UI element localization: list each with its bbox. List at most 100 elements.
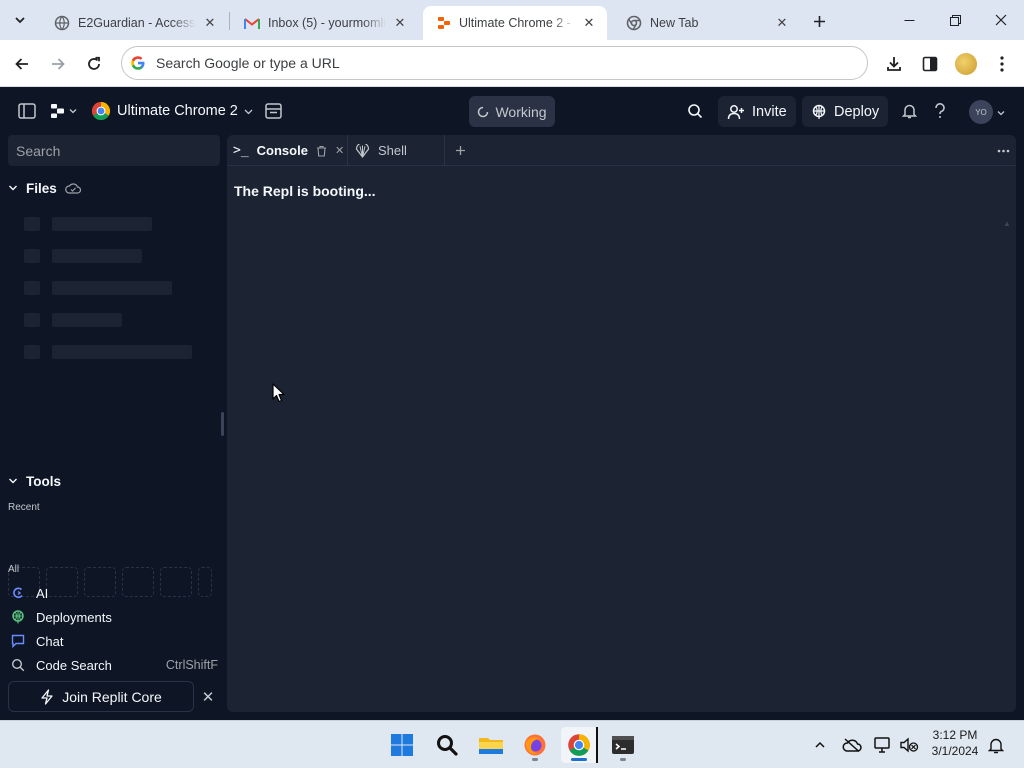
shield-favicon-icon [54,15,70,31]
help-button[interactable] [934,100,946,122]
browser-tab-active[interactable]: Ultimate Chrome 2 - R ✕ [423,6,607,40]
tab-search-button[interactable] [8,8,32,32]
deploy-label: Deploy [834,103,880,120]
network-tray-button[interactable] [873,735,893,755]
taskbar-search-button[interactable] [429,727,465,763]
network-icon [874,737,890,753]
pane-tab-bar: >_ Console ✕ Shell [227,135,1016,166]
tab-close-icon[interactable]: ✕ [581,15,597,31]
clock-date: 3/1/2024 [931,744,979,758]
notifications-button[interactable] [902,100,917,122]
chrome-taskbar-button[interactable] [561,727,597,763]
close-icon [995,14,1007,26]
tools-section-header[interactable]: Tools [8,470,61,492]
close-window-button[interactable] [978,0,1024,40]
code-search-icon [8,655,28,675]
replit-menu-button[interactable] [50,100,77,122]
tool-item-deployments[interactable]: Deployments [8,606,218,628]
plus-icon [456,146,465,155]
file-skeleton-row [24,313,122,327]
lightning-icon [41,688,53,705]
cloud-offline-icon [842,738,862,752]
chrome-menu-button[interactable] [988,50,1016,78]
app-running-indicator [620,758,626,761]
recent-label: Recent [8,502,40,513]
run-status-button[interactable]: Working [469,96,555,127]
browser-tab[interactable]: Inbox (5) - yourmomlik ✕ [230,6,418,40]
file-explorer-button[interactable] [473,727,509,763]
user-initials: YO [975,107,987,117]
tab-separator [347,135,348,166]
reload-button[interactable] [80,50,108,78]
scroll-up-icon[interactable]: ▲ [1003,219,1011,228]
minimize-icon [904,19,914,21]
add-tab-button[interactable] [449,135,473,166]
browser-tab[interactable]: New Tab ✕ [612,6,800,40]
user-avatar[interactable]: YO [969,100,993,124]
join-replit-core-button[interactable]: Join Replit Core [8,681,194,712]
tool-item-ai[interactable]: AI [8,582,218,604]
file-sidebar: Search Files Tools Recent All AI Deploym… [0,135,222,720]
show-hidden-icons-button[interactable] [810,735,830,755]
arrow-right-icon [52,58,65,70]
toggle-sidebar-button[interactable] [18,100,36,122]
terminal-icon [612,736,634,754]
forward-button[interactable] [44,50,72,78]
address-bar[interactable]: Search Google or type a URL [121,46,868,80]
tab-close-icon[interactable]: ✕ [774,15,790,31]
firefox-button[interactable] [517,727,553,763]
downloads-button[interactable] [880,50,908,78]
sidebar-search-input[interactable]: Search [8,135,220,166]
reload-icon [88,56,100,70]
notifications-tray-button[interactable] [986,735,1006,755]
onedrive-tray-button[interactable] [842,735,862,755]
sidebar-search-placeholder: Search [16,142,61,159]
mouse-cursor-icon [272,383,285,403]
restore-button[interactable] [932,0,978,40]
taskbar-clock[interactable]: 3:12 PM 3/1/2024 [920,727,990,759]
download-icon [887,57,901,71]
replit-logo-icon [51,104,64,118]
tab-console[interactable]: >_ Console ✕ [227,135,347,166]
new-tab-button[interactable] [806,8,832,34]
add-user-icon [727,104,744,119]
more-vertical-icon [1000,56,1004,72]
chevron-down-icon [9,478,17,484]
back-button[interactable] [8,50,36,78]
start-button[interactable] [384,727,420,763]
deployments-icon [8,607,28,627]
side-panel-button[interactable] [916,50,944,78]
folder-icon [479,738,503,754]
tool-item-code-search[interactable]: Code Search CtrlShiftF [8,654,218,676]
pane-options-button[interactable] [991,135,1015,166]
tool-item-chat[interactable]: Chat [8,630,218,652]
tab-close-icon[interactable]: ✕ [392,15,408,31]
trash-icon[interactable] [316,145,327,157]
plus-icon [813,15,825,27]
help-icon [935,103,945,118]
invite-button[interactable]: Invite [718,96,796,127]
search-button[interactable] [687,100,703,122]
deploy-button[interactable]: Deploy [802,96,889,127]
profile-button[interactable] [952,50,980,78]
tab-close-icon[interactable]: ✕ [202,15,218,31]
dismiss-core-button[interactable]: ✕ [198,687,218,707]
minimize-button[interactable] [886,0,932,40]
repl-title-button[interactable]: Ultimate Chrome 2 [91,98,253,124]
join-core-label: Join Replit Core [62,688,162,705]
replit-workspace: Ultimate Chrome 2 Working Invite Deploy … [0,87,1024,720]
chevron-down-icon [15,17,25,24]
files-section-header[interactable]: Files [8,177,81,199]
tab-shell[interactable]: Shell [349,135,445,166]
taskbar-divider [596,727,598,763]
sidebar-resize-handle[interactable] [221,412,224,436]
search-icon [437,735,458,756]
chevron-down-icon[interactable] [997,109,1005,117]
volume-tray-button[interactable] [899,735,919,755]
browser-tab[interactable]: E2Guardian - Access De ✕ [40,6,228,40]
terminal-taskbar-button[interactable] [605,727,641,763]
workspace-layout-button[interactable] [265,100,282,122]
tool-label: Chat [36,633,64,649]
gmail-favicon-icon [244,17,260,29]
close-tab-icon[interactable]: ✕ [335,144,344,157]
